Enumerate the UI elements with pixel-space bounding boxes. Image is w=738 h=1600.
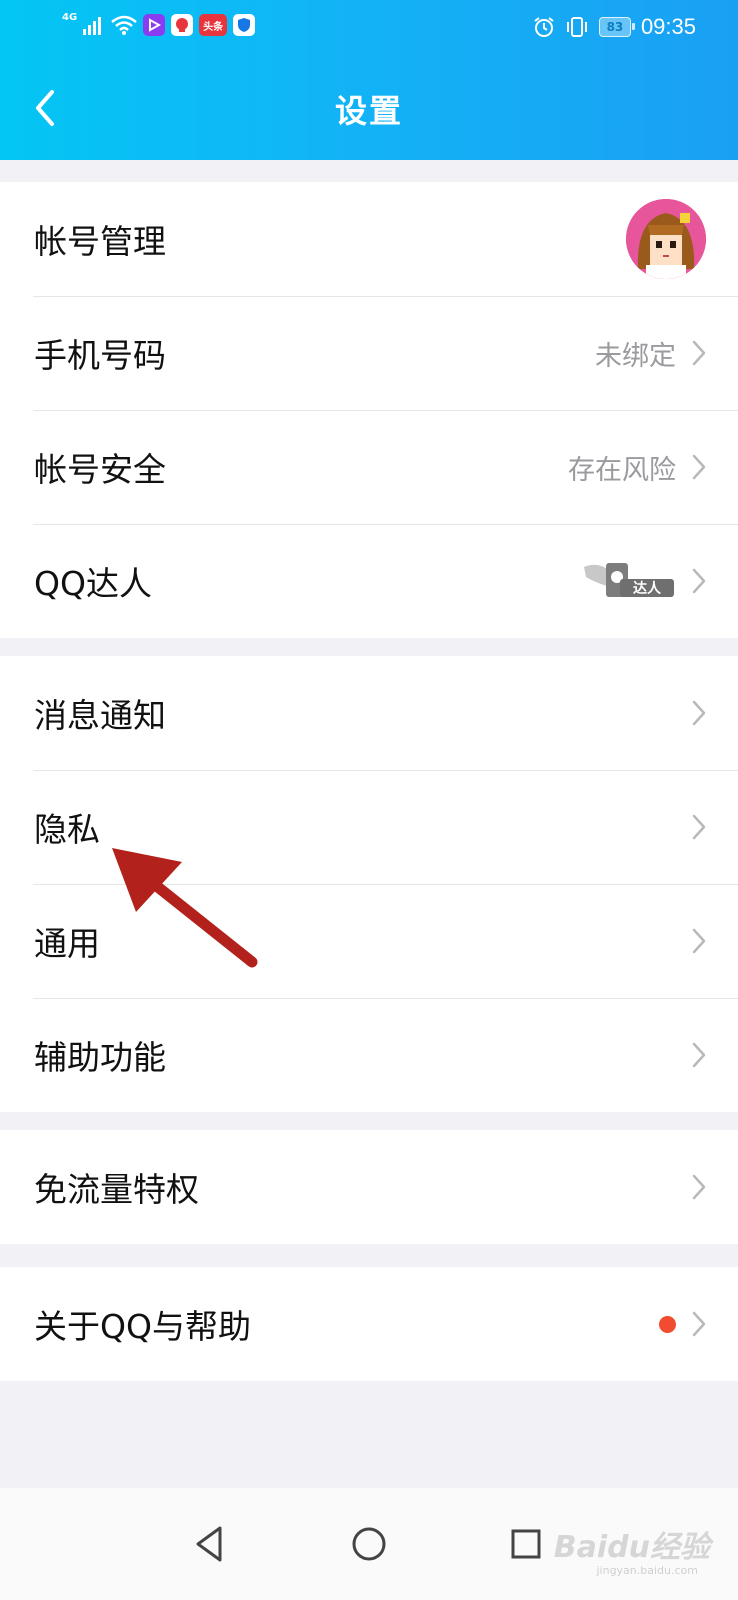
row-label: 帐号安全 xyxy=(34,450,166,489)
settings-row-phone-number[interactable]: 手机号码 未绑定 xyxy=(0,296,738,410)
row-label: 隐私 xyxy=(34,810,100,849)
settings-group-data-privilege: 免流量特权 xyxy=(0,1130,738,1244)
row-label: 消息通知 xyxy=(34,696,166,735)
chevron-right-icon xyxy=(692,1311,706,1337)
settings-row-about-help[interactable]: 关于QQ与帮助 xyxy=(0,1267,738,1381)
toutiao-icon: 头条 xyxy=(199,14,228,36)
status-time: 09:35 xyxy=(640,14,696,39)
notification-dot xyxy=(659,1315,676,1333)
settings-row-notifications[interactable]: 消息通知 xyxy=(0,656,738,770)
wifi-icon xyxy=(111,15,137,35)
circle-home-icon xyxy=(352,1527,386,1561)
row-value: 存在风险 xyxy=(568,454,676,486)
row-label: 帐号管理 xyxy=(34,222,166,261)
signal-icon xyxy=(83,17,102,35)
qq-icon xyxy=(171,14,194,36)
square-recents-icon xyxy=(511,1529,541,1559)
nav-back-button[interactable] xyxy=(180,1514,240,1574)
settings-group-preferences: 消息通知 隐私 通用 辅助功能 xyxy=(0,656,738,1112)
watermark-sub: jingyan.baidu.com xyxy=(596,1564,698,1577)
nav-recents-button[interactable] xyxy=(496,1514,556,1574)
triangle-back-icon xyxy=(196,1526,222,1562)
shield-app-icon xyxy=(233,14,256,36)
chevron-right-icon xyxy=(692,1042,706,1068)
chevron-right-icon xyxy=(692,1174,706,1200)
chevron-right-icon xyxy=(692,928,706,954)
winged-badge-icon: 达人 xyxy=(584,563,674,597)
settings-row-privacy[interactable]: 隐私 xyxy=(0,770,738,884)
video-app-icon xyxy=(143,14,166,36)
avatar xyxy=(626,199,706,279)
settings-row-general[interactable]: 通用 xyxy=(0,884,738,998)
alarm-icon xyxy=(534,17,554,37)
page-title: 设置 xyxy=(334,92,403,130)
row-value: 未绑定 xyxy=(595,340,676,372)
vibrate-icon xyxy=(566,17,587,37)
row-label: 通用 xyxy=(34,924,100,963)
chevron-right-icon xyxy=(692,340,706,366)
row-label: 关于QQ与帮助 xyxy=(34,1307,251,1346)
watermark: Baidu经验 xyxy=(553,1530,710,1565)
settings-group-about: 关于QQ与帮助 xyxy=(0,1267,738,1381)
row-label: 辅助功能 xyxy=(34,1038,166,1077)
row-label: 手机号码 xyxy=(34,336,166,375)
title-bar: 设置 xyxy=(0,56,738,160)
chevron-right-icon xyxy=(692,700,706,726)
network-type: 4G xyxy=(62,11,78,23)
row-label: QQ达人 xyxy=(34,564,152,603)
settings-row-account-management[interactable]: 帐号管理 xyxy=(0,182,738,296)
chevron-right-icon xyxy=(692,454,706,480)
nav-home-button[interactable] xyxy=(339,1514,399,1574)
settings-row-qq-daren[interactable]: QQ达人 达人 xyxy=(0,524,738,638)
chevron-right-icon xyxy=(692,568,706,594)
battery-indicator: 83 xyxy=(598,17,635,37)
settings-row-free-data[interactable]: 免流量特权 xyxy=(0,1130,738,1244)
status-bar: 4G 头条 83 09:35 xyxy=(0,0,738,56)
settings-row-account-security[interactable]: 帐号安全 存在风险 xyxy=(0,410,738,524)
svg-text:达人: 达人 xyxy=(633,580,662,597)
daren-badge: 达人 xyxy=(580,557,676,605)
settings-row-accessibility[interactable]: 辅助功能 xyxy=(0,998,738,1112)
app-header: 4G 头条 83 09:35 设置 xyxy=(0,0,738,160)
row-label: 免流量特权 xyxy=(34,1170,199,1209)
chevron-right-icon xyxy=(692,814,706,840)
settings-group-account: 帐号管理 手机号码 未绑定 帐号安全 存在风险 QQ达人 达人 xyxy=(0,182,738,638)
